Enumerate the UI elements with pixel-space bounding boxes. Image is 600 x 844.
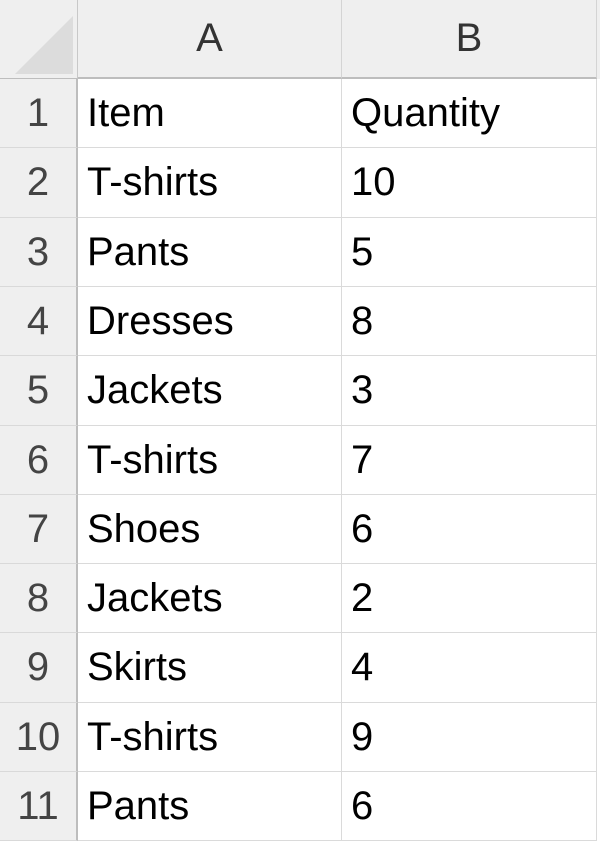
cell-a9[interactable]: Skirts	[78, 633, 342, 703]
row-header[interactable]: 10	[0, 703, 78, 772]
row-header[interactable]: 2	[0, 148, 78, 218]
column-header-a[interactable]: A	[78, 0, 342, 79]
cell-a6[interactable]: T-shirts	[78, 426, 342, 495]
row-header[interactable]: 8	[0, 564, 78, 633]
cell-b6[interactable]: 7	[342, 426, 597, 495]
cell-b10[interactable]: 9	[342, 703, 597, 772]
cell-a8[interactable]: Jackets	[78, 564, 342, 633]
cell-b7[interactable]: 6	[342, 495, 597, 564]
cell-a3[interactable]: Pants	[78, 218, 342, 287]
cell-b4[interactable]: 8	[342, 287, 597, 356]
cell-b2[interactable]: 10	[342, 148, 597, 218]
cell-a11[interactable]: Pants	[78, 772, 342, 841]
spreadsheet-grid: A B 1 Item Quantity 2 T-shirts 10 3 Pants 5 4 Dres…	[0, 0, 600, 844]
row-header[interactable]: 1	[0, 79, 78, 148]
cell-b1[interactable]: Quantity	[342, 79, 597, 148]
row-header[interactable]: 4	[0, 287, 78, 356]
cell-a10[interactable]: T-shirts	[78, 703, 342, 772]
cell-b3[interactable]: 5	[342, 218, 597, 287]
row-header[interactable]: 5	[0, 356, 78, 426]
cell-b11[interactable]: 6	[342, 772, 597, 841]
cell-b5[interactable]: 3	[342, 356, 597, 426]
column-header-b[interactable]: B	[342, 0, 597, 79]
row-header[interactable]: 3	[0, 218, 78, 287]
row-header[interactable]: 11	[0, 772, 78, 841]
row-header[interactable]: 9	[0, 633, 78, 703]
cell-a7[interactable]: Shoes	[78, 495, 342, 564]
cell-a2[interactable]: T-shirts	[78, 148, 342, 218]
cell-b9[interactable]: 4	[342, 633, 597, 703]
cell-a1[interactable]: Item	[78, 79, 342, 148]
cell-b8[interactable]: 2	[342, 564, 597, 633]
row-header[interactable]: 6	[0, 426, 78, 495]
select-all-corner[interactable]	[0, 0, 78, 79]
row-header[interactable]: 7	[0, 495, 78, 564]
select-all-triangle-icon	[15, 16, 73, 74]
cell-a4[interactable]: Dresses	[78, 287, 342, 356]
cell-a5[interactable]: Jackets	[78, 356, 342, 426]
